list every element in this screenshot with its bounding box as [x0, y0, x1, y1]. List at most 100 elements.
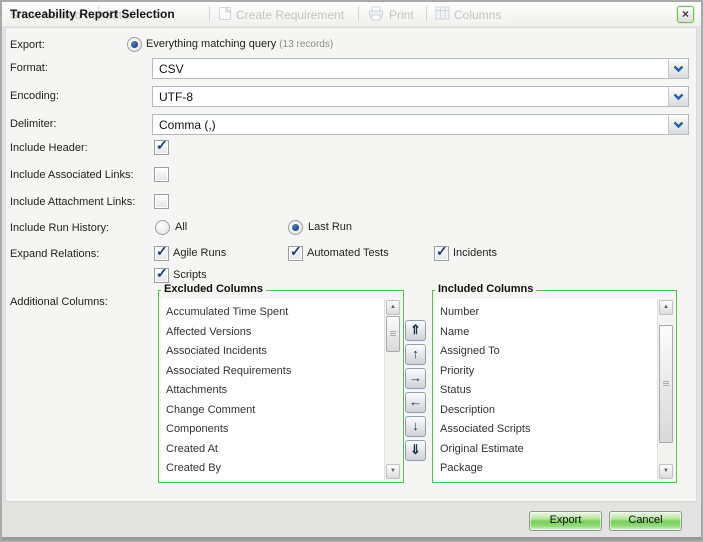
dialog-title: Traceability Report Selection: [10, 7, 175, 21]
export-label: Export:: [10, 39, 45, 51]
chevron-down-icon: [673, 65, 684, 73]
included-columns-legend: Included Columns: [435, 283, 536, 295]
move-to-bottom-button[interactable]: ⇓: [405, 440, 426, 461]
include-attachment-links-label: Include Attachment Links:: [10, 196, 135, 208]
run-history-last-run-radio[interactable]: [288, 220, 303, 235]
scroll-up-icon: ▲: [663, 304, 669, 310]
list-item[interactable]: Associated Incidents: [166, 342, 383, 362]
toolbar-separator: [426, 6, 427, 21]
excluded-columns-legend: Excluded Columns: [161, 283, 266, 295]
toolbar-separator: [358, 6, 359, 21]
check-icon: ✓: [156, 265, 168, 282]
list-item[interactable]: Affected Versions: [166, 323, 383, 343]
scroll-down-icon: ▼: [390, 468, 396, 474]
include-attachment-links-checkbox[interactable]: ✓: [154, 194, 169, 209]
list-item[interactable]: Description: [440, 401, 656, 421]
excluded-columns-listbox[interactable]: Accumulated Time SpentAffected VersionsA…: [161, 299, 401, 480]
list-item[interactable]: Name: [440, 323, 656, 343]
format-select[interactable]: CSV: [152, 58, 689, 79]
list-item[interactable]: Assigned To: [440, 342, 656, 362]
move-left-button[interactable]: ←: [405, 392, 426, 413]
check-icon: ✓: [156, 243, 168, 260]
dialog-titlebar: Show Nested Items Filter Create Requirem…: [2, 2, 701, 26]
move-down-button[interactable]: ↓: [405, 416, 426, 437]
delimiter-value: Comma (,): [159, 118, 216, 132]
scroll-down-button[interactable]: ▼: [659, 464, 673, 479]
include-associated-links-label: Include Associated Links:: [10, 169, 134, 181]
list-item[interactable]: Associated Requirements: [166, 362, 383, 382]
chevron-down-icon: [673, 93, 684, 101]
list-item[interactable]: Priority: [440, 362, 656, 382]
scroll-up-icon: ▲: [390, 304, 396, 310]
scroll-down-button[interactable]: ▼: [386, 464, 400, 479]
excluded-list-scrollbar[interactable]: ▲ ▼: [384, 299, 401, 480]
scrollbar-thumb[interactable]: [659, 325, 673, 443]
list-item[interactable]: Created At: [166, 440, 383, 460]
run-history-last-run-label: Last Run: [308, 221, 352, 233]
delimiter-dropdown-trigger[interactable]: [668, 115, 688, 134]
move-up-button[interactable]: ↑: [405, 344, 426, 365]
move-right-button[interactable]: →: [405, 368, 426, 389]
scrollbar-grip: [663, 381, 669, 387]
records-count: (13 records): [279, 39, 333, 50]
scrollbar-grip: [390, 331, 396, 337]
run-history-all-label: All: [175, 221, 187, 233]
export-everything-label: Everything matching query (13 records): [146, 38, 333, 50]
run-history-all-radio[interactable]: [155, 220, 170, 235]
encoding-dropdown-trigger[interactable]: [668, 87, 688, 106]
incidents-checkbox[interactable]: ✓: [434, 246, 449, 261]
expand-relations-label: Expand Relations:: [10, 248, 99, 260]
list-item[interactable]: Status: [440, 381, 656, 401]
included-list-scrollbar[interactable]: ▲ ▼: [657, 299, 674, 480]
delimiter-label: Delimiter:: [10, 118, 56, 130]
scroll-down-icon: ▼: [663, 468, 669, 474]
additional-columns-label: Additional Columns:: [10, 296, 108, 308]
format-value: CSV: [159, 62, 184, 76]
check-icon: ✓: [290, 243, 302, 260]
list-item[interactable]: Package: [440, 459, 656, 479]
list-item[interactable]: Number: [440, 303, 656, 323]
encoding-value: UTF-8: [159, 90, 193, 104]
print-icon: [368, 6, 384, 26]
export-everything-radio[interactable]: [127, 37, 142, 52]
automated-tests-checkbox[interactable]: ✓: [288, 246, 303, 261]
include-run-history-label: Include Run History:: [10, 222, 109, 234]
include-header-checkbox[interactable]: ✓: [154, 140, 169, 155]
scroll-up-button[interactable]: ▲: [386, 300, 400, 315]
included-columns-listbox[interactable]: NumberNameAssigned ToPriorityStatusDescr…: [435, 299, 674, 480]
list-item[interactable]: Attachments: [166, 381, 383, 401]
include-header-label: Include Header:: [10, 142, 88, 154]
export-button[interactable]: Export: [529, 511, 602, 531]
close-icon: ×: [682, 7, 689, 21]
export-option-text: Everything matching query: [146, 38, 276, 50]
toolbar-separator: [209, 6, 210, 21]
format-dropdown-trigger[interactable]: [668, 59, 688, 78]
dialog-content: Export: Everything matching query (13 re…: [5, 27, 697, 502]
cancel-button[interactable]: Cancel: [609, 511, 682, 531]
move-to-top-button[interactable]: ⇑: [405, 320, 426, 341]
list-item[interactable]: Components: [166, 420, 383, 440]
agile-runs-checkbox[interactable]: ✓: [154, 246, 169, 261]
list-item[interactable]: Created By: [166, 459, 383, 479]
encoding-select[interactable]: UTF-8: [152, 86, 689, 107]
encoding-label: Encoding:: [10, 90, 59, 102]
format-label: Format:: [10, 62, 48, 74]
include-associated-links-checkbox[interactable]: ✓: [154, 167, 169, 182]
create-requirement-icon: [218, 6, 232, 26]
list-item[interactable]: Associated Scripts: [440, 420, 656, 440]
list-item[interactable]: Change Comment: [166, 401, 383, 421]
scrollbar-thumb[interactable]: [386, 316, 400, 352]
columns-icon: [435, 6, 450, 25]
scripts-checkbox[interactable]: ✓: [154, 268, 169, 283]
bg-toolbar-item-create-requirement: Create Requirement: [236, 8, 344, 22]
list-item[interactable]: Accumulated Time Spent: [166, 303, 383, 323]
delimiter-select[interactable]: Comma (,): [152, 114, 689, 135]
traceability-report-dialog: Show Nested Items Filter Create Requirem…: [0, 0, 703, 542]
scroll-up-button[interactable]: ▲: [659, 300, 673, 315]
agile-runs-label: Agile Runs: [173, 247, 226, 259]
bg-toolbar-item-columns: Columns: [454, 8, 501, 22]
list-item[interactable]: Original Estimate: [440, 440, 656, 460]
automated-tests-label: Automated Tests: [307, 247, 389, 259]
check-icon: ✓: [436, 243, 448, 260]
close-button[interactable]: ×: [677, 6, 694, 23]
